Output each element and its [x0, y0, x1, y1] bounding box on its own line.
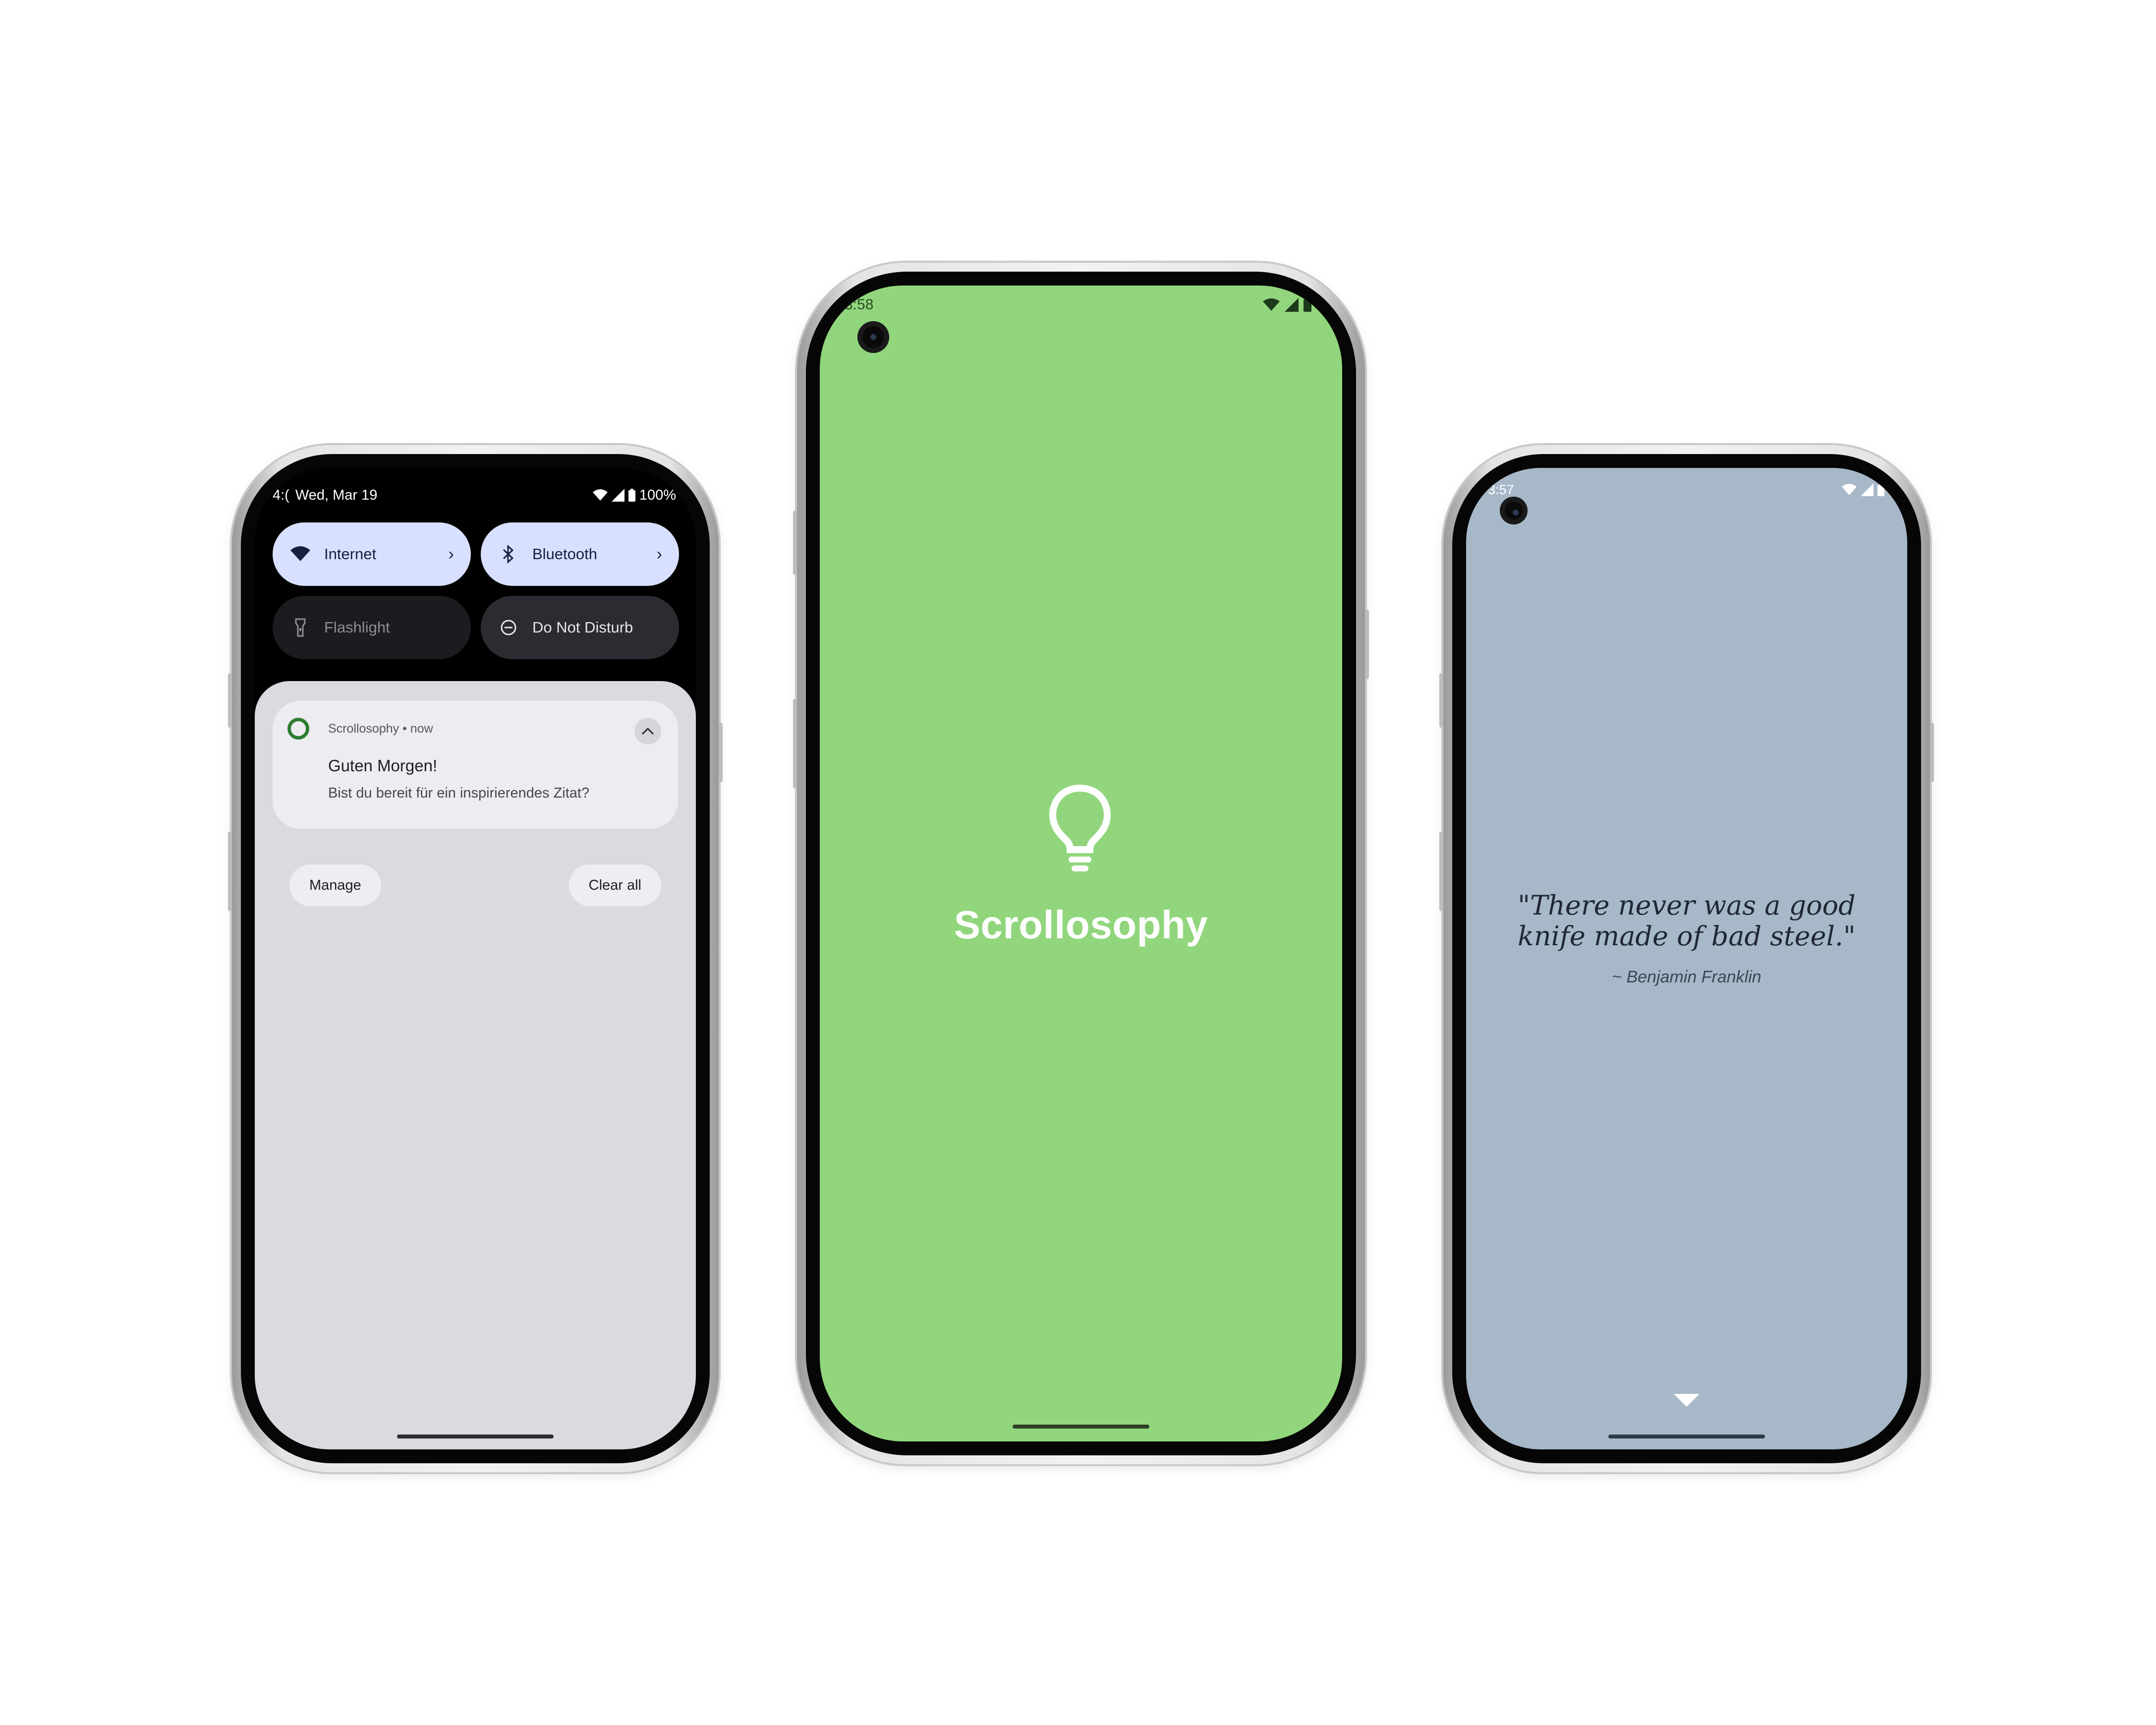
- tile-label: Internet: [324, 545, 377, 563]
- side-button: [228, 673, 232, 728]
- side-button: [1439, 832, 1443, 911]
- tile-do-not-disturb[interactable]: Do Not Disturb: [481, 596, 679, 659]
- wifi-icon: [1263, 298, 1280, 311]
- tile-flashlight[interactable]: Flashlight: [273, 596, 471, 659]
- side-button: [793, 699, 797, 788]
- chevron-right-icon: ›: [448, 544, 454, 564]
- front-camera: [857, 321, 889, 353]
- tile-bluetooth[interactable]: Bluetooth ›: [481, 522, 679, 586]
- notification-time: now: [410, 722, 433, 736]
- lightbulb-icon: [1049, 784, 1111, 871]
- power-button: [1930, 723, 1934, 782]
- caret-down-icon[interactable]: [1674, 1394, 1700, 1407]
- chevron-up-icon: [641, 727, 654, 735]
- status-bar: 3:58: [845, 292, 1311, 317]
- phone-quote: 3:57 "There never was a good knife made …: [1439, 445, 1934, 1472]
- signal-icon: [611, 489, 624, 502]
- signal-icon: [1861, 483, 1873, 496]
- side-button: [1439, 673, 1443, 728]
- notification-body: Bist du bereit für ein inspirierendes Zi…: [328, 785, 590, 801]
- phone-splash: 3:58 Scrollosophy: [793, 263, 1369, 1464]
- home-indicator[interactable]: [1013, 1425, 1149, 1429]
- power-button: [1365, 610, 1369, 679]
- status-bar: 4:( Wed, Mar 19 100%: [273, 483, 676, 508]
- status-time: 3:57: [1488, 482, 1514, 497]
- notification-header: Scrollosophy • now: [328, 722, 433, 736]
- battery-percent: 100%: [639, 487, 676, 503]
- chevron-right-icon: ›: [656, 544, 662, 564]
- tile-label: Flashlight: [324, 619, 390, 636]
- flashlight-icon: [289, 617, 311, 638]
- signal-icon: [1285, 298, 1299, 312]
- tile-internet[interactable]: Internet ›: [273, 522, 471, 586]
- front-camera: [1500, 497, 1528, 524]
- tile-label: Bluetooth: [532, 545, 597, 563]
- notification-separator: •: [399, 722, 410, 736]
- battery-icon: [1877, 483, 1884, 496]
- phone-screen: 3:57 "There never was a good knife made …: [1466, 468, 1907, 1449]
- side-button: [793, 511, 797, 575]
- phone-notification-shade: 4:( Wed, Mar 19 100% Internet › Bluetoot…: [228, 445, 723, 1472]
- battery-icon: [1304, 298, 1311, 312]
- status-bar: 3:57: [1488, 478, 1884, 502]
- do-not-disturb-icon: [498, 617, 519, 638]
- status-time: 4:(: [273, 487, 289, 503]
- battery-icon: [628, 489, 635, 502]
- quote-author: ~ Benjamin Franklin: [1612, 968, 1761, 986]
- manage-button[interactable]: Manage: [289, 864, 381, 906]
- power-button: [719, 723, 723, 782]
- notification-app-name: Scrollosophy: [328, 722, 399, 736]
- clear-all-button[interactable]: Clear all: [568, 864, 661, 906]
- status-time: 3:58: [845, 296, 874, 313]
- collapse-button[interactable]: [634, 718, 661, 745]
- app-ring-icon: [287, 718, 309, 740]
- tile-label: Do Not Disturb: [532, 619, 633, 636]
- phone-screen: 3:58 Scrollosophy: [820, 286, 1342, 1441]
- notification-title: Guten Morgen!: [328, 756, 438, 775]
- splash-app-name: Scrollosophy: [954, 903, 1208, 947]
- notification-card[interactable]: Scrollosophy • now Guten Morgen! Bist du…: [273, 701, 678, 829]
- status-date: Wed, Mar 19: [295, 487, 378, 503]
- quote-text: "There never was a good knife made of ba…: [1518, 890, 1856, 952]
- wifi-icon: [289, 543, 311, 565]
- home-indicator[interactable]: [397, 1435, 554, 1438]
- home-indicator[interactable]: [1608, 1435, 1765, 1438]
- wifi-icon: [1842, 484, 1857, 495]
- phone-screen: 4:( Wed, Mar 19 100% Internet › Bluetoot…: [255, 468, 696, 1449]
- side-button: [228, 832, 232, 911]
- wifi-icon: [592, 489, 608, 501]
- bluetooth-icon: [498, 543, 519, 565]
